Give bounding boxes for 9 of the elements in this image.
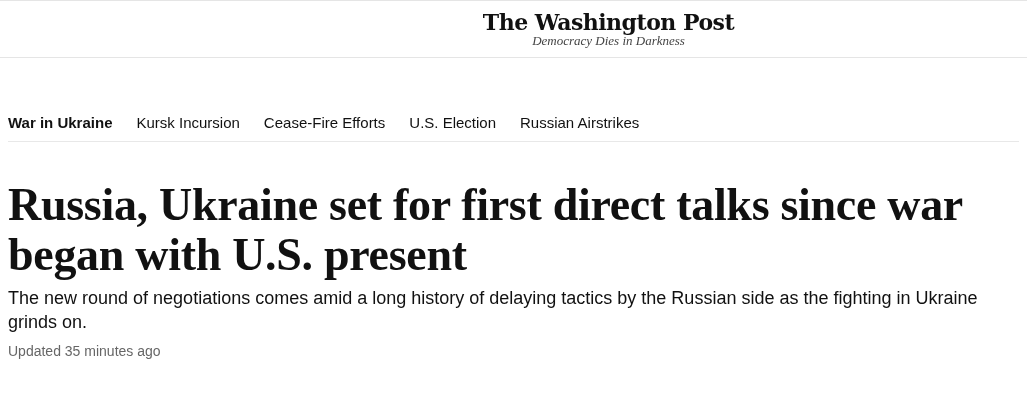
topic-link[interactable]: Cease-Fire Efforts — [263, 114, 386, 131]
section-link[interactable]: War in Ukraine — [8, 114, 113, 131]
topic-link[interactable]: Russian Airstrikes — [520, 114, 640, 131]
tagline: Democracy Dies in Darkness — [532, 34, 685, 48]
timestamp: Updated 35 minutes ago — [8, 343, 162, 359]
headline: Russia, Ukraine set for first direct talks since war began with U.S. present — [8, 180, 964, 280]
subheadline: The new round of negotiations comes amid a long history of delaying tactics by the Russian side as the fighting in Ukraine grinds on. — [8, 287, 979, 334]
topic-link[interactable]: U.S. Election — [409, 114, 496, 131]
topic-link[interactable]: Kursk Incursion — [136, 114, 240, 131]
